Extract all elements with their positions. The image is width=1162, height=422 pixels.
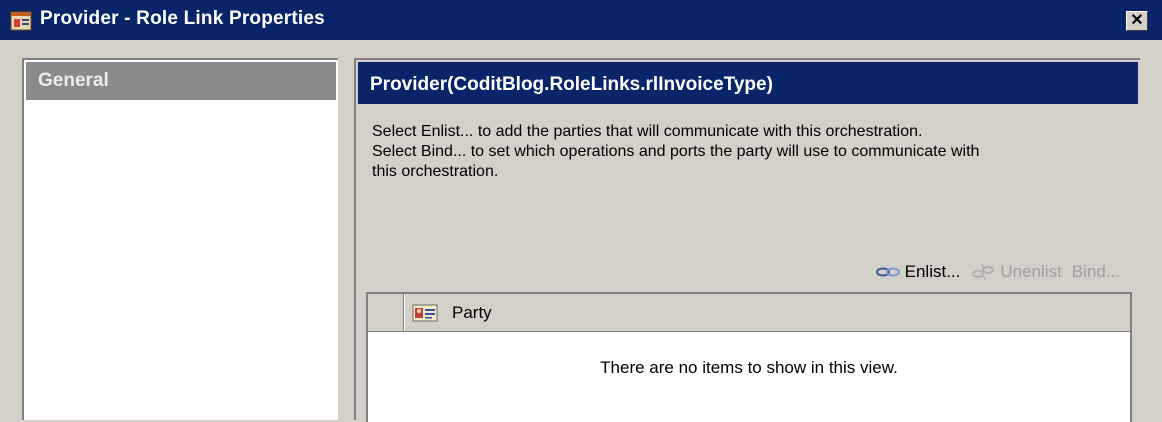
bind-button[interactable]: Bind... <box>1072 262 1120 282</box>
list-header: Party <box>368 294 1130 332</box>
window-title: Provider - Role Link Properties <box>40 8 325 29</box>
description-line: Select Enlist... to add the parties that… <box>372 123 923 140</box>
description-line: Select Bind... to set which operations a… <box>372 143 980 160</box>
properties-window-icon <box>10 11 32 31</box>
party-card-icon <box>412 304 438 322</box>
description-text: Select Enlist... to add the parties that… <box>372 122 1112 182</box>
column-header-blank[interactable] <box>368 294 405 331</box>
sidebar-item-label: General <box>38 70 109 91</box>
panel-title: Provider(CoditBlog.RoleLinks.rlInvoiceTy… <box>370 74 773 95</box>
column-header-party[interactable]: Party <box>452 303 492 323</box>
empty-list-message: There are no items to show in this view. <box>600 358 898 377</box>
role-toolbar: Enlist... Unenlist Bind... <box>865 260 1120 284</box>
close-button[interactable]: ✕ <box>1126 11 1148 31</box>
enlist-label: Enlist... <box>904 262 961 281</box>
description-line: this orchestration. <box>372 163 499 180</box>
panel-header: Provider(CoditBlog.RoleLinks.rlInvoiceTy… <box>358 62 1138 104</box>
broken-link-icon <box>972 263 995 281</box>
parties-list[interactable]: Party There are no items to show in this… <box>366 292 1132 422</box>
unenlist-button[interactable]: Unenlist <box>970 262 1062 282</box>
link-icon <box>875 267 900 277</box>
sidebar-item-general[interactable]: General <box>26 62 336 100</box>
enlist-button[interactable]: Enlist... <box>875 262 961 282</box>
sidebar: General <box>22 58 338 420</box>
unenlist-label: Unenlist <box>1000 262 1062 281</box>
title-bar: Provider - Role Link Properties ✕ <box>0 0 1162 40</box>
bind-label: Bind... <box>1071 262 1120 281</box>
close-icon: ✕ <box>1130 12 1144 29</box>
properties-panel: Provider(CoditBlog.RoleLinks.rlInvoiceTy… <box>354 58 1140 422</box>
